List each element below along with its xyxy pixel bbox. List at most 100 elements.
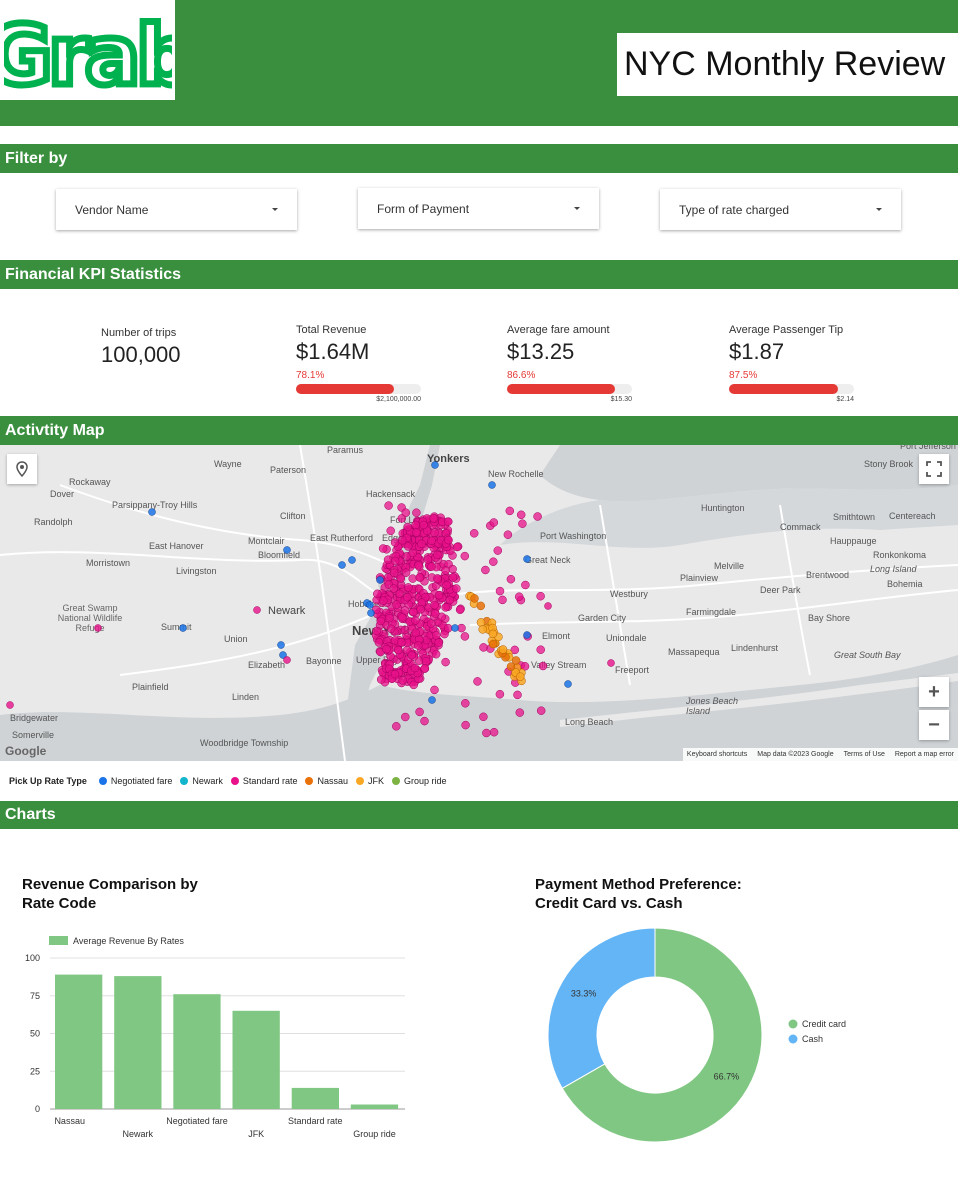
page-title: NYC Monthly Review <box>617 33 958 96</box>
legend-dot-icon <box>355 777 364 785</box>
standard-rate-point <box>386 624 396 634</box>
kpi-progress-fill <box>507 384 616 394</box>
kpi-label: Average Passenger Tip <box>729 324 844 336</box>
donut-slice-label: 66.7% <box>714 1071 740 1081</box>
caret-down-icon <box>272 208 278 211</box>
map-legend: Pick Up Rate Type Negotiated fare Newark S… <box>9 774 455 788</box>
standard-rate-point <box>94 624 102 632</box>
negotiated-fare-point <box>428 696 436 704</box>
vendor-name-dropdown[interactable]: Vendor Name <box>56 189 297 230</box>
standard-rate-point <box>415 573 424 582</box>
standard-rate-point <box>448 564 457 574</box>
x-tick-label: Nassau <box>54 1116 85 1126</box>
donut-legend-dot <box>788 1019 798 1029</box>
map-legend-label: Nassau <box>317 776 348 786</box>
header-banner: Grab NYC Monthly Review <box>0 0 958 126</box>
standard-rate-point <box>493 546 503 555</box>
standard-rate-point <box>444 535 453 545</box>
section-filter: Filter by <box>0 144 958 173</box>
map-legend-label: Standard rate <box>242 776 298 786</box>
bar-chart-title-line1: Revenue Comparison by <box>22 876 198 893</box>
bar-legend-swatch <box>49 936 68 945</box>
kpi-target: $2,100,000.00 <box>376 396 421 403</box>
standard-rate-point <box>441 603 450 612</box>
standard-rate-point <box>489 557 498 566</box>
terms-of-use-link[interactable]: Terms of Use <box>844 751 885 758</box>
standard-rate-point <box>403 542 413 551</box>
keyboard-shortcuts-link[interactable]: Keyboard shortcuts <box>687 751 747 758</box>
kpi-value: $1.64M <box>296 339 370 364</box>
map-data-credit: Map data ©2023 Google <box>757 751 834 758</box>
bar <box>232 1010 280 1109</box>
map-legend-item: Nassau <box>305 776 348 786</box>
standard-rate-point <box>403 592 412 602</box>
standard-rate-point <box>396 638 406 647</box>
y-tick-label: 25 <box>30 1066 40 1076</box>
standard-rate-point <box>607 659 615 667</box>
negotiated-fare-point <box>564 680 572 688</box>
standard-rate-point <box>452 584 461 593</box>
donut-legend-dot <box>788 1034 798 1044</box>
standard-rate-point <box>461 720 470 730</box>
map-legend-label: Group ride <box>404 776 447 786</box>
google-logo: Google <box>5 744 47 758</box>
donut-legend-label: Credit card <box>802 1019 846 1029</box>
kpi-progress-fill <box>729 384 839 394</box>
standard-rate-point <box>430 685 439 695</box>
kpi-percent: 87.5% <box>729 370 758 381</box>
bar-chart-title-line2: Rate Code <box>22 895 97 912</box>
standard-rate-point <box>390 669 400 679</box>
x-tick-label: JFK <box>248 1129 264 1139</box>
grab-logo-mark: Grab <box>4 8 172 92</box>
standard-rate-point <box>404 583 413 592</box>
kpi-progress-track <box>507 384 632 394</box>
standard-rate-point <box>283 656 291 664</box>
standard-rate-point <box>433 550 442 560</box>
standard-rate-point <box>397 535 407 545</box>
donut-slice-label: 33.3% <box>571 989 597 999</box>
standard-rate-point <box>414 641 423 650</box>
report-map-error-link[interactable]: Report a map error <box>895 751 954 758</box>
standard-rate-point <box>452 542 462 552</box>
form-of-payment-dropdown[interactable]: Form of Payment <box>358 188 599 229</box>
map-legend-label: JFK <box>367 776 384 786</box>
standard-rate-point <box>444 517 453 526</box>
legend-dot-icon <box>392 777 400 785</box>
kpi-progress-track <box>296 384 421 394</box>
standard-rate-point <box>482 728 491 738</box>
map-attribution: Keyboard shortcuts Map data ©2023 Google… <box>682 748 958 761</box>
zoom-in-button[interactable]: + <box>919 677 949 707</box>
standard-rate-point <box>401 568 411 577</box>
kpi-total-revenue: Total Revenue $1.64M 78.1% $2,100,000.00 <box>296 324 421 403</box>
fullscreen-button[interactable] <box>919 454 949 484</box>
standard-rate-point <box>427 536 436 546</box>
nassau-point <box>476 601 486 611</box>
standard-rate-point <box>408 574 417 583</box>
standard-rate-point <box>373 589 382 599</box>
standard-rate-point <box>427 562 436 571</box>
zoom-out-button[interactable]: − <box>919 710 949 740</box>
kpi-average-fare: Average fare amount $13.25 86.6% $15.30 <box>507 324 632 403</box>
negotiated-fare-point <box>523 555 531 563</box>
bar <box>173 994 221 1109</box>
fullscreen-icon <box>926 461 942 477</box>
kpi-target: $15.30 <box>610 396 632 403</box>
bar <box>350 1104 399 1109</box>
standard-rate-point <box>6 701 14 709</box>
negotiated-fare-point <box>277 641 285 649</box>
standard-rate-point <box>389 568 399 578</box>
standard-rate-point <box>441 566 450 575</box>
y-tick-label: 0 <box>35 1104 40 1114</box>
standard-rate-point <box>400 625 410 635</box>
standard-rate-point <box>376 616 386 626</box>
rate-type-dropdown[interactable]: Type of rate charged <box>660 189 901 230</box>
bar <box>291 1087 339 1109</box>
bar-chart: Average Revenue By Rates 0 25 50 75 100 Nassau… <box>25 936 405 1139</box>
standard-rate-point <box>401 712 410 722</box>
pickup-points <box>6 461 615 738</box>
location-icon[interactable] <box>7 454 37 484</box>
activity-map[interactable]: Paramus Yonkers Port Jefferson Wayne Paterso… <box>0 445 958 761</box>
standard-rate-point <box>389 584 398 593</box>
standard-rate-point <box>393 645 403 655</box>
bar-legend-label: Average Revenue By Rates <box>73 936 184 946</box>
